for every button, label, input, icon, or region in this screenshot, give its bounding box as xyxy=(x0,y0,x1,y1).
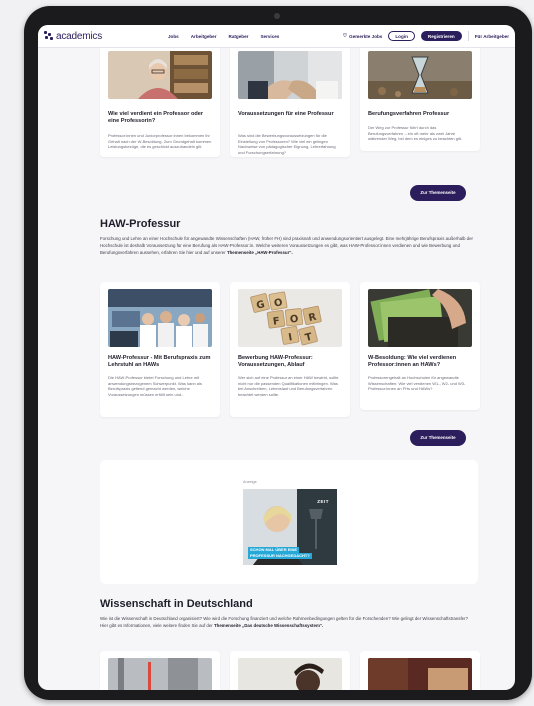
card-title: Berufungsverfahren Professur xyxy=(368,111,450,117)
register-button[interactable]: Registrieren xyxy=(420,31,462,41)
nav-link-jobs[interactable]: Jobs xyxy=(168,34,179,39)
ad-banner[interactable]: ZEIT SCHON MAL ÜBER EINE PROFESSUR NACHG… xyxy=(243,489,337,565)
nav-link-services[interactable]: Services xyxy=(260,34,279,39)
login-button[interactable]: Login xyxy=(388,31,415,41)
section-heading-haw: HAW-Professur xyxy=(100,218,181,230)
card-title: Bewerbung HAW-Professur: Voraussetzungen… xyxy=(238,355,313,369)
lab-group-image xyxy=(108,289,212,347)
top-navbar: academics Jobs Arbeitgeber Ratgeber Serv… xyxy=(38,25,515,48)
tablet-frame: academics Jobs Arbeitgeber Ratgeber Serv… xyxy=(24,6,532,700)
card-text: Die HAW-Professur bietet Forschung und L… xyxy=(108,375,202,397)
card-haw-berufspraxis[interactable]: HAW-Professur - Mit Berufspraxis zum Leh… xyxy=(100,282,220,417)
topic-page-button[interactable]: Zur Themenseite xyxy=(410,185,466,201)
card-berufungsverfahren[interactable]: Berufungsverfahren Professur Der Weg zur… xyxy=(360,33,480,151)
browser-screen: academics Jobs Arbeitgeber Ratgeber Serv… xyxy=(38,25,515,690)
ad-headline-line2: PROFESSUR NACHGEDACHT? xyxy=(248,553,312,559)
card-text: Professorengehalt an Hochschulen für ang… xyxy=(368,375,466,392)
card-text: Der Weg zur Professur führt durch das Be… xyxy=(368,125,462,142)
books-image xyxy=(368,658,472,690)
card-text: Professor:innen und Juniorprofessor:inne… xyxy=(108,133,212,150)
card-professor-salary[interactable]: Wie viel verdient ein Professor oder ein… xyxy=(100,33,220,157)
logo-text: academics xyxy=(56,30,102,42)
favorites-link[interactable]: ♡ Gemerkte Jobs xyxy=(343,33,383,39)
ad-brand: ZEIT xyxy=(317,499,329,504)
haw-intro: Forschung und Lehre an einer Hochschule … xyxy=(100,235,480,256)
card-wissenschaft-1[interactable] xyxy=(100,651,220,690)
card-title: Wie viel verdient ein Professor oder ein… xyxy=(108,111,204,125)
tile-letter: O xyxy=(289,314,299,326)
card-text: Wer sich auf eine Professur an einer HAW… xyxy=(238,375,339,397)
ad-headline-line1: SCHON MAL ÜBER EINE xyxy=(248,547,300,553)
handshake-image xyxy=(238,51,342,99)
researcher-image xyxy=(238,658,342,690)
card-wissenschaft-3[interactable] xyxy=(360,651,480,690)
scrabble-go-for-it-image: G O F O R I T xyxy=(238,289,342,347)
logo-icon xyxy=(44,31,54,41)
ad-label: Anzeige xyxy=(243,480,257,484)
topic-page-button[interactable]: Zur Themenseite xyxy=(410,430,466,446)
nav-link-ratgeber[interactable]: Ratgeber xyxy=(229,34,249,39)
laboratory-image xyxy=(108,658,212,690)
card-wissenschaft-2[interactable] xyxy=(230,651,350,690)
section-heading-wissenschaft: Wissenschaft in Deutschland xyxy=(100,598,253,610)
wissenschaft-intro: Wie ist die Wissenschaft in Deutschland … xyxy=(100,615,470,629)
nav-right: ♡ Gemerkte Jobs Login Registrieren Für A… xyxy=(343,31,509,41)
wissenschaft-topic-link[interactable]: Themenseite „Das deutsche Wissenschaftss… xyxy=(214,623,323,628)
employer-link[interactable]: Für Arbeitgeber xyxy=(475,34,509,39)
nav-divider xyxy=(467,31,469,41)
card-haw-bewerbung[interactable]: G O F O R I T Bewerbung HAW-Professur: V… xyxy=(230,282,350,417)
card-title: HAW-Professur - Mit Berufspraxis zum Leh… xyxy=(108,355,211,369)
advertisement: Anzeige ZEIT SCHON MAL ÜBER EINE PROFESS… xyxy=(100,460,478,584)
haw-topic-link[interactable]: Themenseite „HAW-Professur“. xyxy=(227,250,293,255)
camera-dot xyxy=(274,13,280,19)
card-title: Voraussetzungen für eine Professur xyxy=(238,111,334,117)
favorites-label: Gemerkte Jobs xyxy=(349,33,383,39)
wallet-money-image xyxy=(368,289,472,347)
nav-link-arbeitgeber[interactable]: Arbeitgeber xyxy=(191,34,217,39)
card-text: Was sind die Bewerbungsvoraussetzungen f… xyxy=(238,133,336,155)
card-title: W-Besoldung: Wie viel verdienen Professo… xyxy=(368,355,457,369)
hourglass-image xyxy=(368,51,472,99)
card-professur-requirements[interactable]: Voraussetzungen für eine Professur Was s… xyxy=(230,33,350,157)
heart-icon: ♡ xyxy=(342,33,348,39)
nav-links: Jobs Arbeitgeber Ratgeber Services xyxy=(168,34,279,39)
professor-woman-image xyxy=(108,51,212,99)
site-logo[interactable]: academics xyxy=(44,31,154,42)
card-haw-w-besoldung[interactable]: W-Besoldung: Wie viel verdienen Professo… xyxy=(360,282,480,410)
